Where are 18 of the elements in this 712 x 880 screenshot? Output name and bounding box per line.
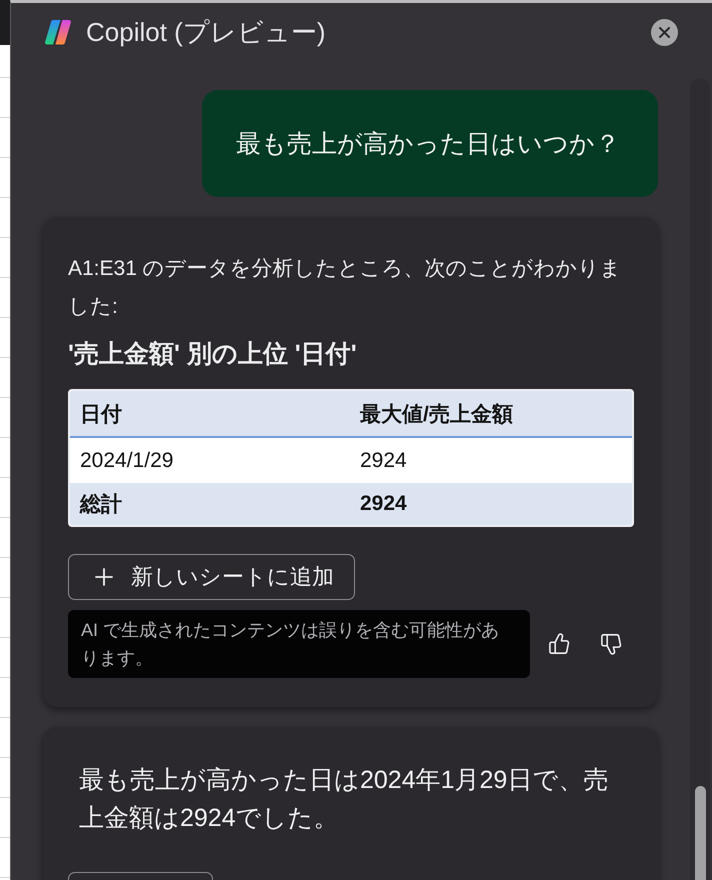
answer-text: 最も売上が高かった日は2024年1月29日で、売上金額は2924でした。 [79,765,610,834]
column-header: 最大値/売上金額 [350,391,632,438]
column-header: 日付 [70,391,350,438]
app-logo-icon [44,18,72,46]
close-icon [659,26,670,38]
table-title: '売上金額' 別の上位 '日付' [68,339,358,370]
scrollbar-thumb[interactable] [695,786,706,880]
add-to-sheet-button[interactable]: 新しいシートに追加 [68,554,355,600]
disclaimer-text: AI で生成されたコンテンツは誤りを含む可能性があります。 [68,610,530,678]
message-text: 最も売上が高かった日はいつか？ [236,128,620,160]
panel-title: Copilot (プレビュー) [86,16,326,48]
thumbs-down-icon[interactable] [600,632,622,656]
table-cell: 2924 [350,483,632,525]
analysis-text: A1:E31 のデータを分析したところ、次のことがわかりました: [68,256,623,320]
thumbs-up-icon[interactable] [548,632,570,656]
plus-icon [95,568,113,586]
table-cell: 総計 [70,483,350,525]
close-button[interactable] [651,18,678,46]
